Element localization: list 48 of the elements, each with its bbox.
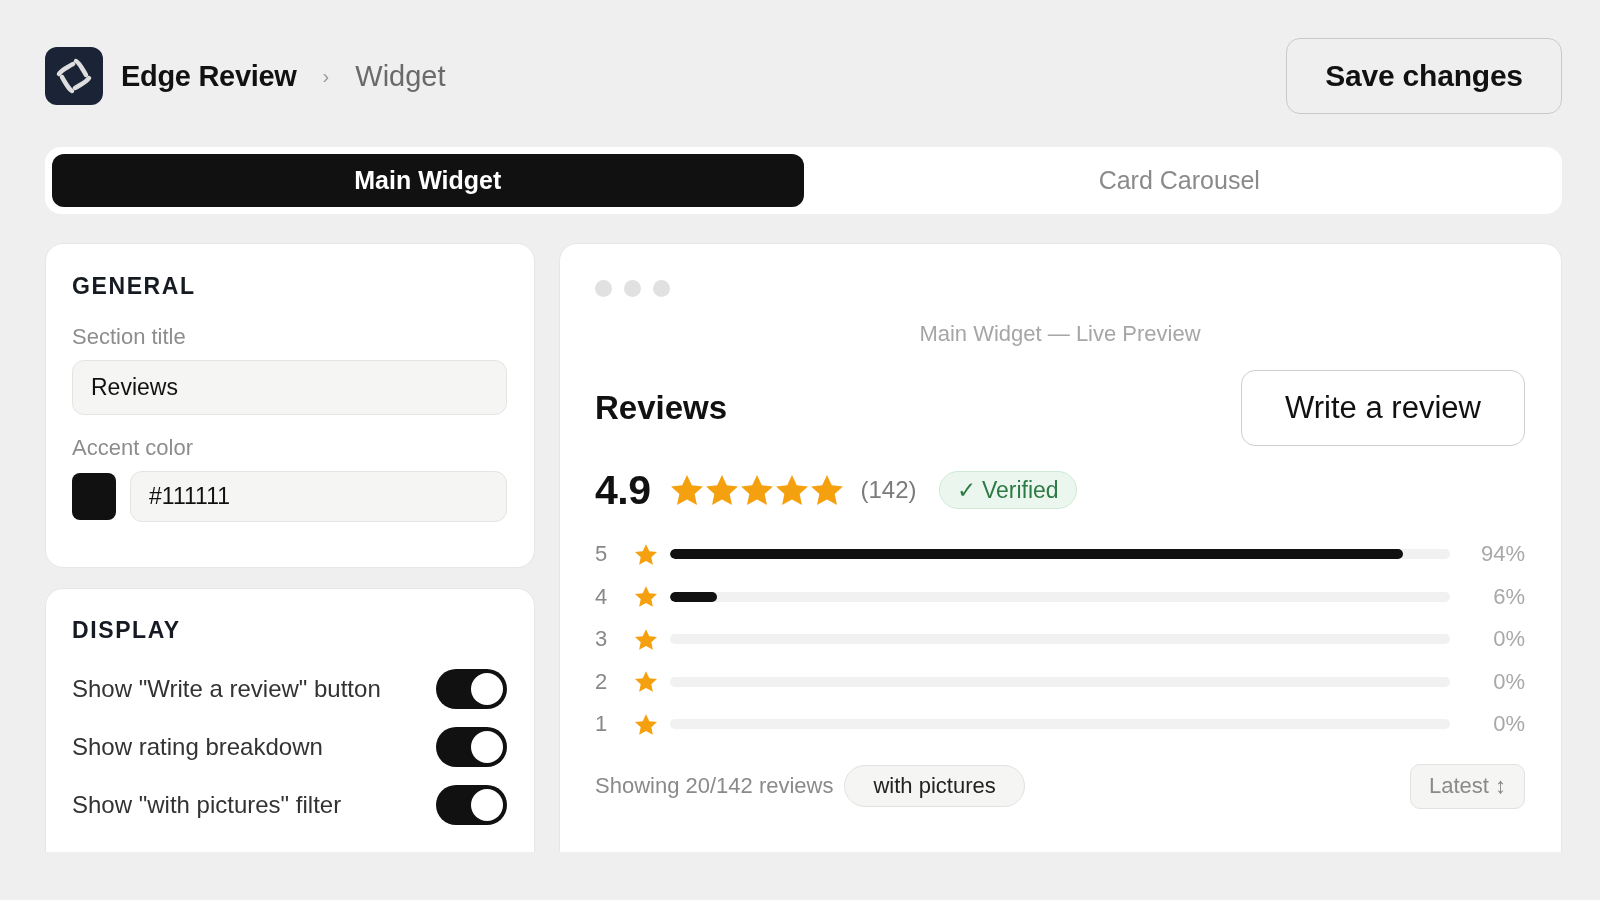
filter-chip[interactable]: with pictures [844,765,1025,807]
star-icon [635,586,657,608]
color-swatch-icon[interactable] [72,473,116,520]
window-dots-icon [595,280,671,297]
section-heading: GENERAL [72,272,197,301]
showing-summary: Showing 20/142 reviews [595,773,834,799]
star-icon [775,475,808,505]
breadcrumb-page[interactable]: Widget [355,59,446,93]
field-label: Section title [72,323,187,351]
write-review-button[interactable]: Write a review [1241,370,1525,446]
rating-score: 4.9 [595,466,651,514]
percentage-text: 94% [1479,541,1525,568]
star-icon [705,475,738,505]
reviews-title: Reviews [595,388,728,428]
star-icon [740,475,773,505]
star-icon [635,713,657,735]
percentage-text: 0% [1492,711,1525,738]
star-icon [670,475,703,505]
toggle-switch[interactable] [436,727,507,767]
percentage-text: 0% [1492,626,1525,653]
section-heading: DISPLAY [72,616,182,645]
verified-badge: ✓ Verified [938,471,1077,509]
star-level-label: 5 [595,541,609,568]
percentage-text: 0% [1492,668,1525,695]
breadcrumb-separator: › [322,64,330,89]
brand-name: Edge Review [121,59,297,93]
toggle-switch[interactable] [436,785,507,825]
star-level-label: 4 [595,583,609,610]
star-level-label: 2 [595,668,609,695]
preview-caption: Main Widget — Live Preview [918,320,1202,348]
star-icon [635,543,657,565]
star-level-label: 1 [595,711,609,738]
tab[interactable]: Main Widget [52,154,804,207]
star-icon [635,628,657,650]
percentage-text: 6% [1492,583,1525,610]
toggle-label: Show "Write a review" button [72,674,381,704]
star-icon [810,475,843,505]
color-field[interactable]: #111111 [130,471,507,522]
toggle-switch[interactable] [436,669,507,709]
save-button[interactable]: Save changes [1286,38,1562,114]
logo-icon [45,47,103,105]
toggle-label: Show "with pictures" filter [72,790,342,820]
field-label: Accent color [72,434,195,462]
review-count: (142) [860,476,917,504]
text-field[interactable]: Reviews [72,360,507,415]
toggle-label: Show rating breakdown [72,732,323,762]
star-level-label: 3 [595,626,609,653]
star-icon [635,671,657,693]
